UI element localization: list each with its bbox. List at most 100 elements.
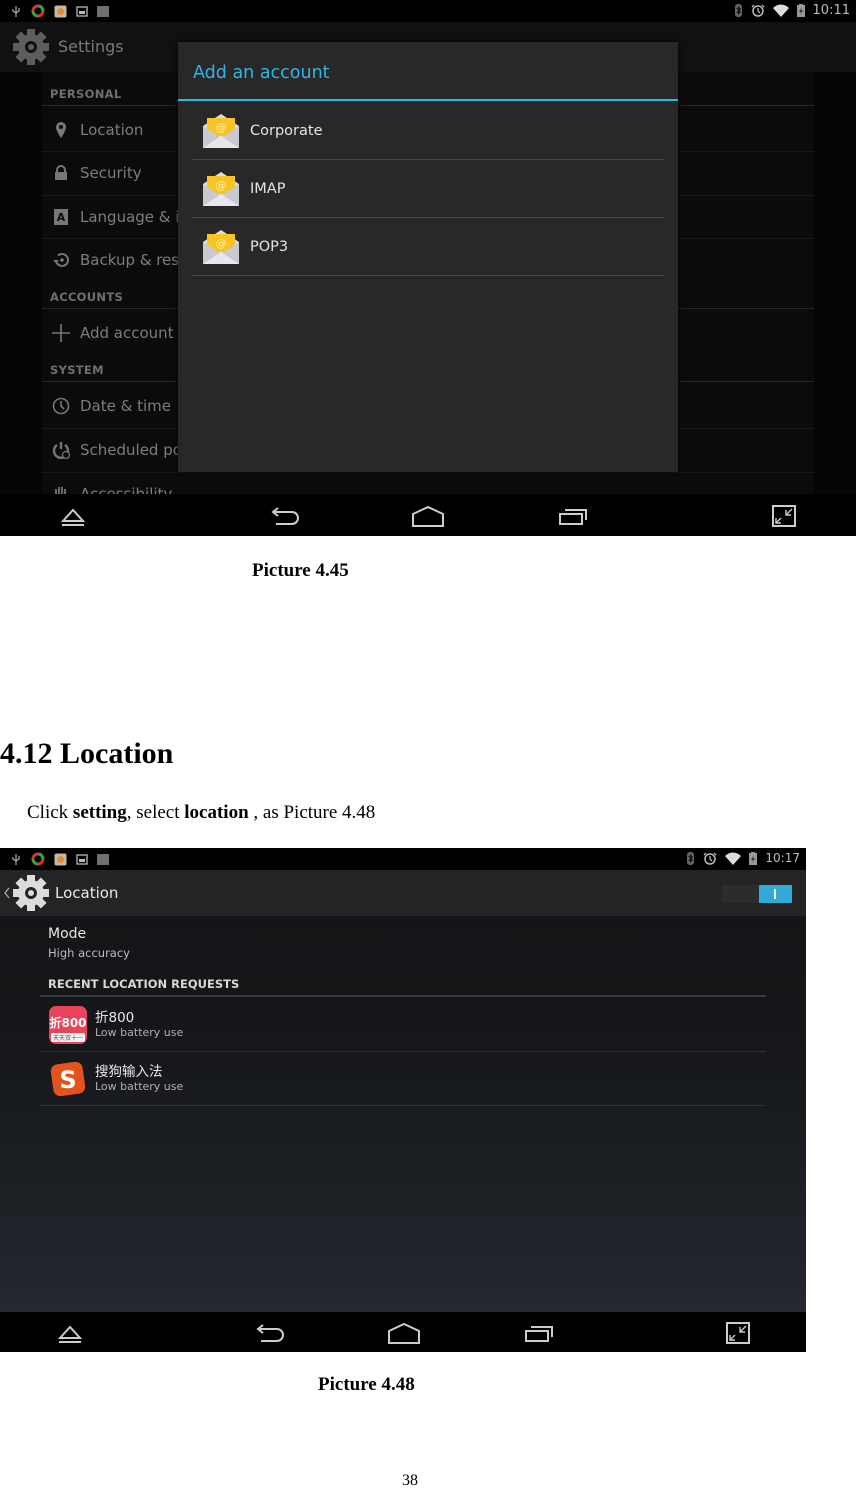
section-header-recent-requests: RECENT LOCATION REQUESTS	[48, 977, 240, 991]
usb-icon	[12, 853, 20, 865]
alarm-icon	[751, 4, 764, 17]
account-type-label: POP3	[250, 239, 289, 255]
recent-request-item[interactable]: S 搜狗输入法 Low battery use	[40, 1052, 766, 1106]
action-bar-title: Location	[55, 884, 119, 902]
barcode-icon	[97, 5, 109, 17]
screenshot-location: 10:17 Location Mode High accuracy RECENT…	[0, 848, 806, 1352]
keyboard-a-icon: A	[54, 209, 68, 225]
section-header-system: SYSTEM	[50, 363, 104, 377]
svg-text:@: @	[216, 179, 227, 192]
dialog-title-divider	[178, 99, 678, 101]
wifi-icon	[772, 4, 789, 17]
clock-time: 10:11	[812, 3, 850, 18]
email-envelope-icon: @	[203, 230, 239, 264]
settings-item-label: Date & time	[80, 397, 171, 415]
battery-charging-icon	[796, 4, 805, 17]
clock-icon	[52, 397, 70, 415]
backup-restore-icon	[53, 252, 69, 267]
screenshot-icon	[76, 853, 88, 865]
barcode-icon	[97, 853, 109, 865]
location-pin-icon	[56, 122, 66, 138]
divider	[40, 1105, 766, 1106]
gallery-notification-icon	[54, 853, 67, 865]
instruction-bold-setting: setting	[72, 802, 127, 823]
back-icon[interactable]	[268, 506, 300, 526]
svg-text:A: A	[57, 211, 66, 224]
settings-item-label: Location	[80, 121, 144, 139]
recent-request-item[interactable]: 折800 天天双十一 折800 Low battery use	[40, 998, 766, 1052]
section-header-accounts: ACCOUNTS	[50, 290, 124, 304]
instruction-paragraph: Click setting, select location , as Pict…	[27, 802, 375, 824]
navigation-bar	[0, 1312, 806, 1352]
zhe800-app-icon: 折800 天天双十一	[49, 1006, 87, 1044]
location-toggle-switch[interactable]	[722, 885, 792, 903]
mode-value: High accuracy	[48, 946, 130, 960]
app-name: 搜狗输入法	[95, 1064, 163, 1080]
back-icon[interactable]	[253, 1323, 285, 1343]
screenshot-resize-icon[interactable]	[772, 505, 796, 527]
app-notification-icon	[31, 852, 45, 866]
toggle-knob-on	[759, 885, 792, 903]
email-envelope-icon: @	[203, 172, 239, 206]
svg-text:S: S	[59, 1066, 76, 1094]
figure-caption: Picture 4.48	[318, 1374, 415, 1395]
bluetooth-icon	[687, 851, 695, 865]
dialog-title: Add an account	[193, 63, 330, 83]
alarm-icon	[703, 852, 717, 865]
svg-text:天天双十一: 天天双十一	[53, 1034, 83, 1042]
account-type-label: Corporate	[250, 123, 323, 139]
sogou-input-app-icon: S	[50, 1061, 86, 1097]
settings-item-label: Security	[80, 164, 142, 182]
action-bar: Location	[0, 870, 806, 916]
instruction-text: Click	[27, 802, 73, 823]
recent-apps-icon[interactable]	[558, 506, 590, 526]
lock-icon	[55, 165, 67, 180]
account-type-corporate[interactable]: @ Corporate	[192, 102, 664, 160]
svg-text:@: @	[216, 121, 227, 134]
figure-caption: Picture 4.45	[252, 560, 349, 581]
mode-title: Mode	[48, 926, 87, 942]
app-name: 折800	[95, 1010, 135, 1026]
settings-gear-icon[interactable]	[11, 873, 51, 913]
plus-icon	[52, 324, 70, 342]
divider	[40, 995, 766, 997]
usb-icon	[12, 5, 20, 17]
settings-item-label: Add account	[80, 324, 174, 342]
clock-time: 10:17	[765, 851, 800, 865]
hide-bar-icon[interactable]	[60, 506, 86, 526]
bluetooth-icon	[734, 4, 742, 17]
navigation-bar	[0, 494, 856, 536]
divider	[192, 275, 664, 276]
app-notification-icon	[31, 4, 45, 18]
action-bar-title: Settings	[58, 37, 124, 56]
account-type-label: IMAP	[250, 181, 286, 197]
status-bar: 10:11	[0, 0, 856, 22]
svg-text:折800: 折800	[49, 1015, 86, 1030]
gallery-notification-icon	[54, 5, 67, 17]
wifi-icon	[725, 852, 742, 865]
account-type-pop3[interactable]: @ POP3	[192, 218, 664, 276]
screenshot-add-account: 10:11 Settings PERSONAL Location Securit…	[0, 0, 856, 536]
screenshot-icon	[76, 5, 88, 17]
account-type-imap[interactable]: @ IMAP	[192, 160, 664, 218]
add-account-dialog: Add an account @ Corporate @ IMAP @ POP3	[178, 42, 678, 472]
hide-bar-icon[interactable]	[57, 1323, 83, 1343]
home-icon[interactable]	[387, 1322, 421, 1344]
screenshot-resize-icon[interactable]	[726, 1322, 750, 1344]
settings-gear-icon[interactable]	[11, 27, 51, 67]
scheduled-power-icon	[52, 442, 70, 459]
home-icon[interactable]	[411, 505, 445, 527]
section-header-personal: PERSONAL	[50, 87, 122, 101]
app-battery-usage: Low battery use	[95, 1080, 184, 1093]
battery-charging-icon	[749, 851, 758, 865]
app-battery-usage: Low battery use	[95, 1026, 184, 1039]
instruction-text: , as Picture 4.48	[248, 802, 376, 823]
instruction-text: , select	[126, 802, 185, 823]
recent-apps-icon[interactable]	[524, 1323, 556, 1343]
instruction-bold-location: location	[184, 802, 249, 823]
section-heading: 4.12 Location	[0, 737, 174, 770]
email-envelope-icon: @	[203, 114, 239, 148]
status-bar: 10:17	[0, 848, 806, 870]
chevron-left-icon[interactable]	[4, 887, 10, 899]
page-number: 38	[402, 1472, 418, 1488]
